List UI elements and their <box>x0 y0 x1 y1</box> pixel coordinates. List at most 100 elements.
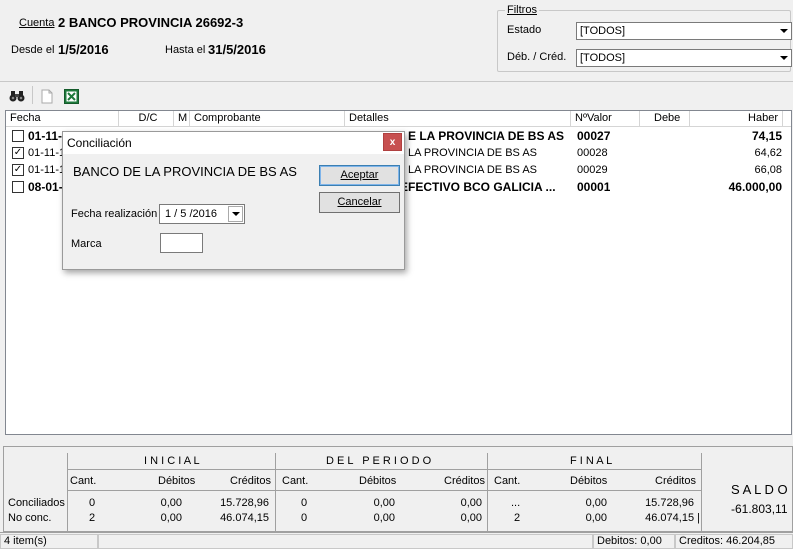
estado-label: Estado <box>507 24 542 36</box>
desde-value: 1/5/2016 <box>58 42 109 57</box>
cuenta-label-text: Cuenta <box>19 17 55 29</box>
fin-deb: 0,00 <box>585 497 607 509</box>
cant-header: Cant. <box>70 475 97 487</box>
periodo-heading: D E L P E R I O D O <box>326 455 432 467</box>
row-nvalor: 00001 <box>577 180 611 194</box>
row-fecha: 01-11-1 <box>28 164 66 176</box>
row-fecha: 08-01- <box>28 180 63 194</box>
row-checkbox[interactable]: ✓ <box>12 147 24 159</box>
fin-cant: ... <box>511 497 521 509</box>
toolbar-separator <box>32 86 33 104</box>
fecha-realizacion-label: Fecha realización <box>71 208 157 220</box>
col-haber[interactable]: Haber <box>690 111 783 127</box>
col-nvalor[interactable]: NºValor <box>571 111 640 127</box>
dialog-title: Conciliación <box>67 136 132 150</box>
per-cred: 0,00 <box>460 512 482 524</box>
per-cant: 0 <box>301 497 308 509</box>
debcred-select-value: [TODOS] <box>580 52 626 64</box>
ini-cant: 2 <box>89 512 96 524</box>
fin-deb: 0,00 <box>585 512 607 524</box>
per-deb: 0,00 <box>373 497 395 509</box>
dialog-titlebar[interactable]: Conciliación x <box>63 132 404 154</box>
status-creditos: Creditos: 46.204,85 <box>675 534 793 549</box>
estado-select-value: [TODOS] <box>580 25 626 37</box>
ini-deb: 0,00 <box>160 512 182 524</box>
grid-header: Fecha D/C M Comprobante Detalles NºValor… <box>6 111 791 127</box>
chevron-down-icon[interactable] <box>776 23 791 39</box>
debitos-header: Débitos <box>570 475 608 487</box>
row-detalles: E LA PROVINCIA DE BS AS <box>408 129 565 143</box>
cuenta-value: 2 BANCO PROVINCIA 26692-3 <box>58 15 244 30</box>
conciliados-label: Conciliados <box>8 497 65 509</box>
summary-panel: I N I C I A L D E L P E R I O D O F I N … <box>3 446 793 532</box>
row-nvalor: 00027 <box>577 129 611 143</box>
row-haber: 74,15 <box>751 129 782 143</box>
debitos-header: Débitos <box>158 475 196 487</box>
cancelar-button[interactable]: Cancelar <box>319 192 400 213</box>
status-bar: 4 item(s) Debitos: 0,00 Creditos: 46.204… <box>0 532 793 549</box>
col-m[interactable]: M <box>174 111 190 127</box>
binoculars-icon[interactable] <box>9 88 25 104</box>
hasta-label: Hasta el <box>165 44 206 56</box>
row-checkbox[interactable] <box>12 130 24 142</box>
saldo-label: S A L D O <box>731 482 788 497</box>
row-haber: 46.000,00 <box>728 180 782 194</box>
col-comprobante[interactable]: Comprobante <box>190 111 345 127</box>
saldo-value: -61.803,11 <box>731 502 788 516</box>
row-detalles: EFECTIVO BCO GALICIA ... <box>400 180 556 194</box>
ini-cant: 0 <box>89 497 96 509</box>
fecha-realizacion-value: 1 / 5 /2016 <box>165 208 217 220</box>
status-debitos: Debitos: 0,00 <box>593 534 675 549</box>
creditos-header: Créditos <box>444 475 485 487</box>
divider <box>67 490 701 491</box>
estado-select[interactable]: [TODOS] <box>576 22 792 40</box>
col-detalles[interactable]: Detalles <box>345 111 571 127</box>
divider <box>275 453 276 531</box>
inicial-heading: I N I C I A L <box>144 455 200 467</box>
noconc-label: No conc. <box>8 512 52 524</box>
creditos-header: Créditos <box>230 475 271 487</box>
cant-header: Cant. <box>282 475 309 487</box>
chevron-down-icon[interactable] <box>776 50 791 66</box>
debcred-label: Déb. / Créd. <box>507 51 567 63</box>
aceptar-label: Aceptar <box>340 169 379 181</box>
divider <box>67 469 701 470</box>
cancelar-label: Cancelar <box>337 196 382 208</box>
per-cant: 0 <box>301 512 308 524</box>
fin-cred: 46.074,15 | <box>645 512 700 524</box>
fecha-realizacion-label-text: Fecha realización <box>71 208 158 220</box>
desde-label: Desde el <box>11 44 55 56</box>
toolbar-divider-top <box>0 81 793 82</box>
per-cred: 0,00 <box>460 497 482 509</box>
col-debe[interactable]: Debe <box>640 111 690 127</box>
divider <box>487 453 488 531</box>
chevron-down-icon[interactable] <box>228 206 243 222</box>
row-checkbox[interactable]: ✓ <box>12 164 24 176</box>
final-heading: F I N A L <box>570 455 613 467</box>
status-spacer <box>98 534 593 549</box>
ini-deb: 0,00 <box>160 497 182 509</box>
dialog-entity: BANCO DE LA PROVINCIA DE BS AS <box>73 164 297 179</box>
cuenta-label: Cuenta <box>19 17 54 29</box>
col-dc[interactable]: D/C <box>119 111 174 127</box>
excel-icon[interactable] <box>63 88 79 104</box>
row-haber: 66,08 <box>754 164 782 176</box>
new-document-icon[interactable] <box>39 88 55 104</box>
marca-input[interactable] <box>160 233 203 253</box>
conciliacion-dialog: Conciliación x BANCO DE LA PROVINCIA DE … <box>62 131 405 270</box>
row-checkbox[interactable] <box>12 181 24 193</box>
creditos-header: Créditos <box>655 475 696 487</box>
row-fecha: 01-11-1 <box>28 147 66 159</box>
hasta-value: 31/5/2016 <box>208 42 266 57</box>
filters-title: Filtros <box>505 4 539 16</box>
debcred-select[interactable]: [TODOS] <box>576 49 792 67</box>
aceptar-button[interactable]: Aceptar <box>319 165 400 186</box>
status-items: 4 item(s) <box>0 534 98 549</box>
col-fecha[interactable]: Fecha <box>6 111 119 127</box>
row-nvalor: 00028 <box>577 147 608 159</box>
fecha-realizacion-picker[interactable]: 1 / 5 /2016 <box>159 204 245 224</box>
close-icon[interactable]: x <box>383 133 402 151</box>
divider <box>701 453 702 531</box>
row-haber: 64,62 <box>754 147 782 159</box>
row-nvalor: 00029 <box>577 164 608 176</box>
